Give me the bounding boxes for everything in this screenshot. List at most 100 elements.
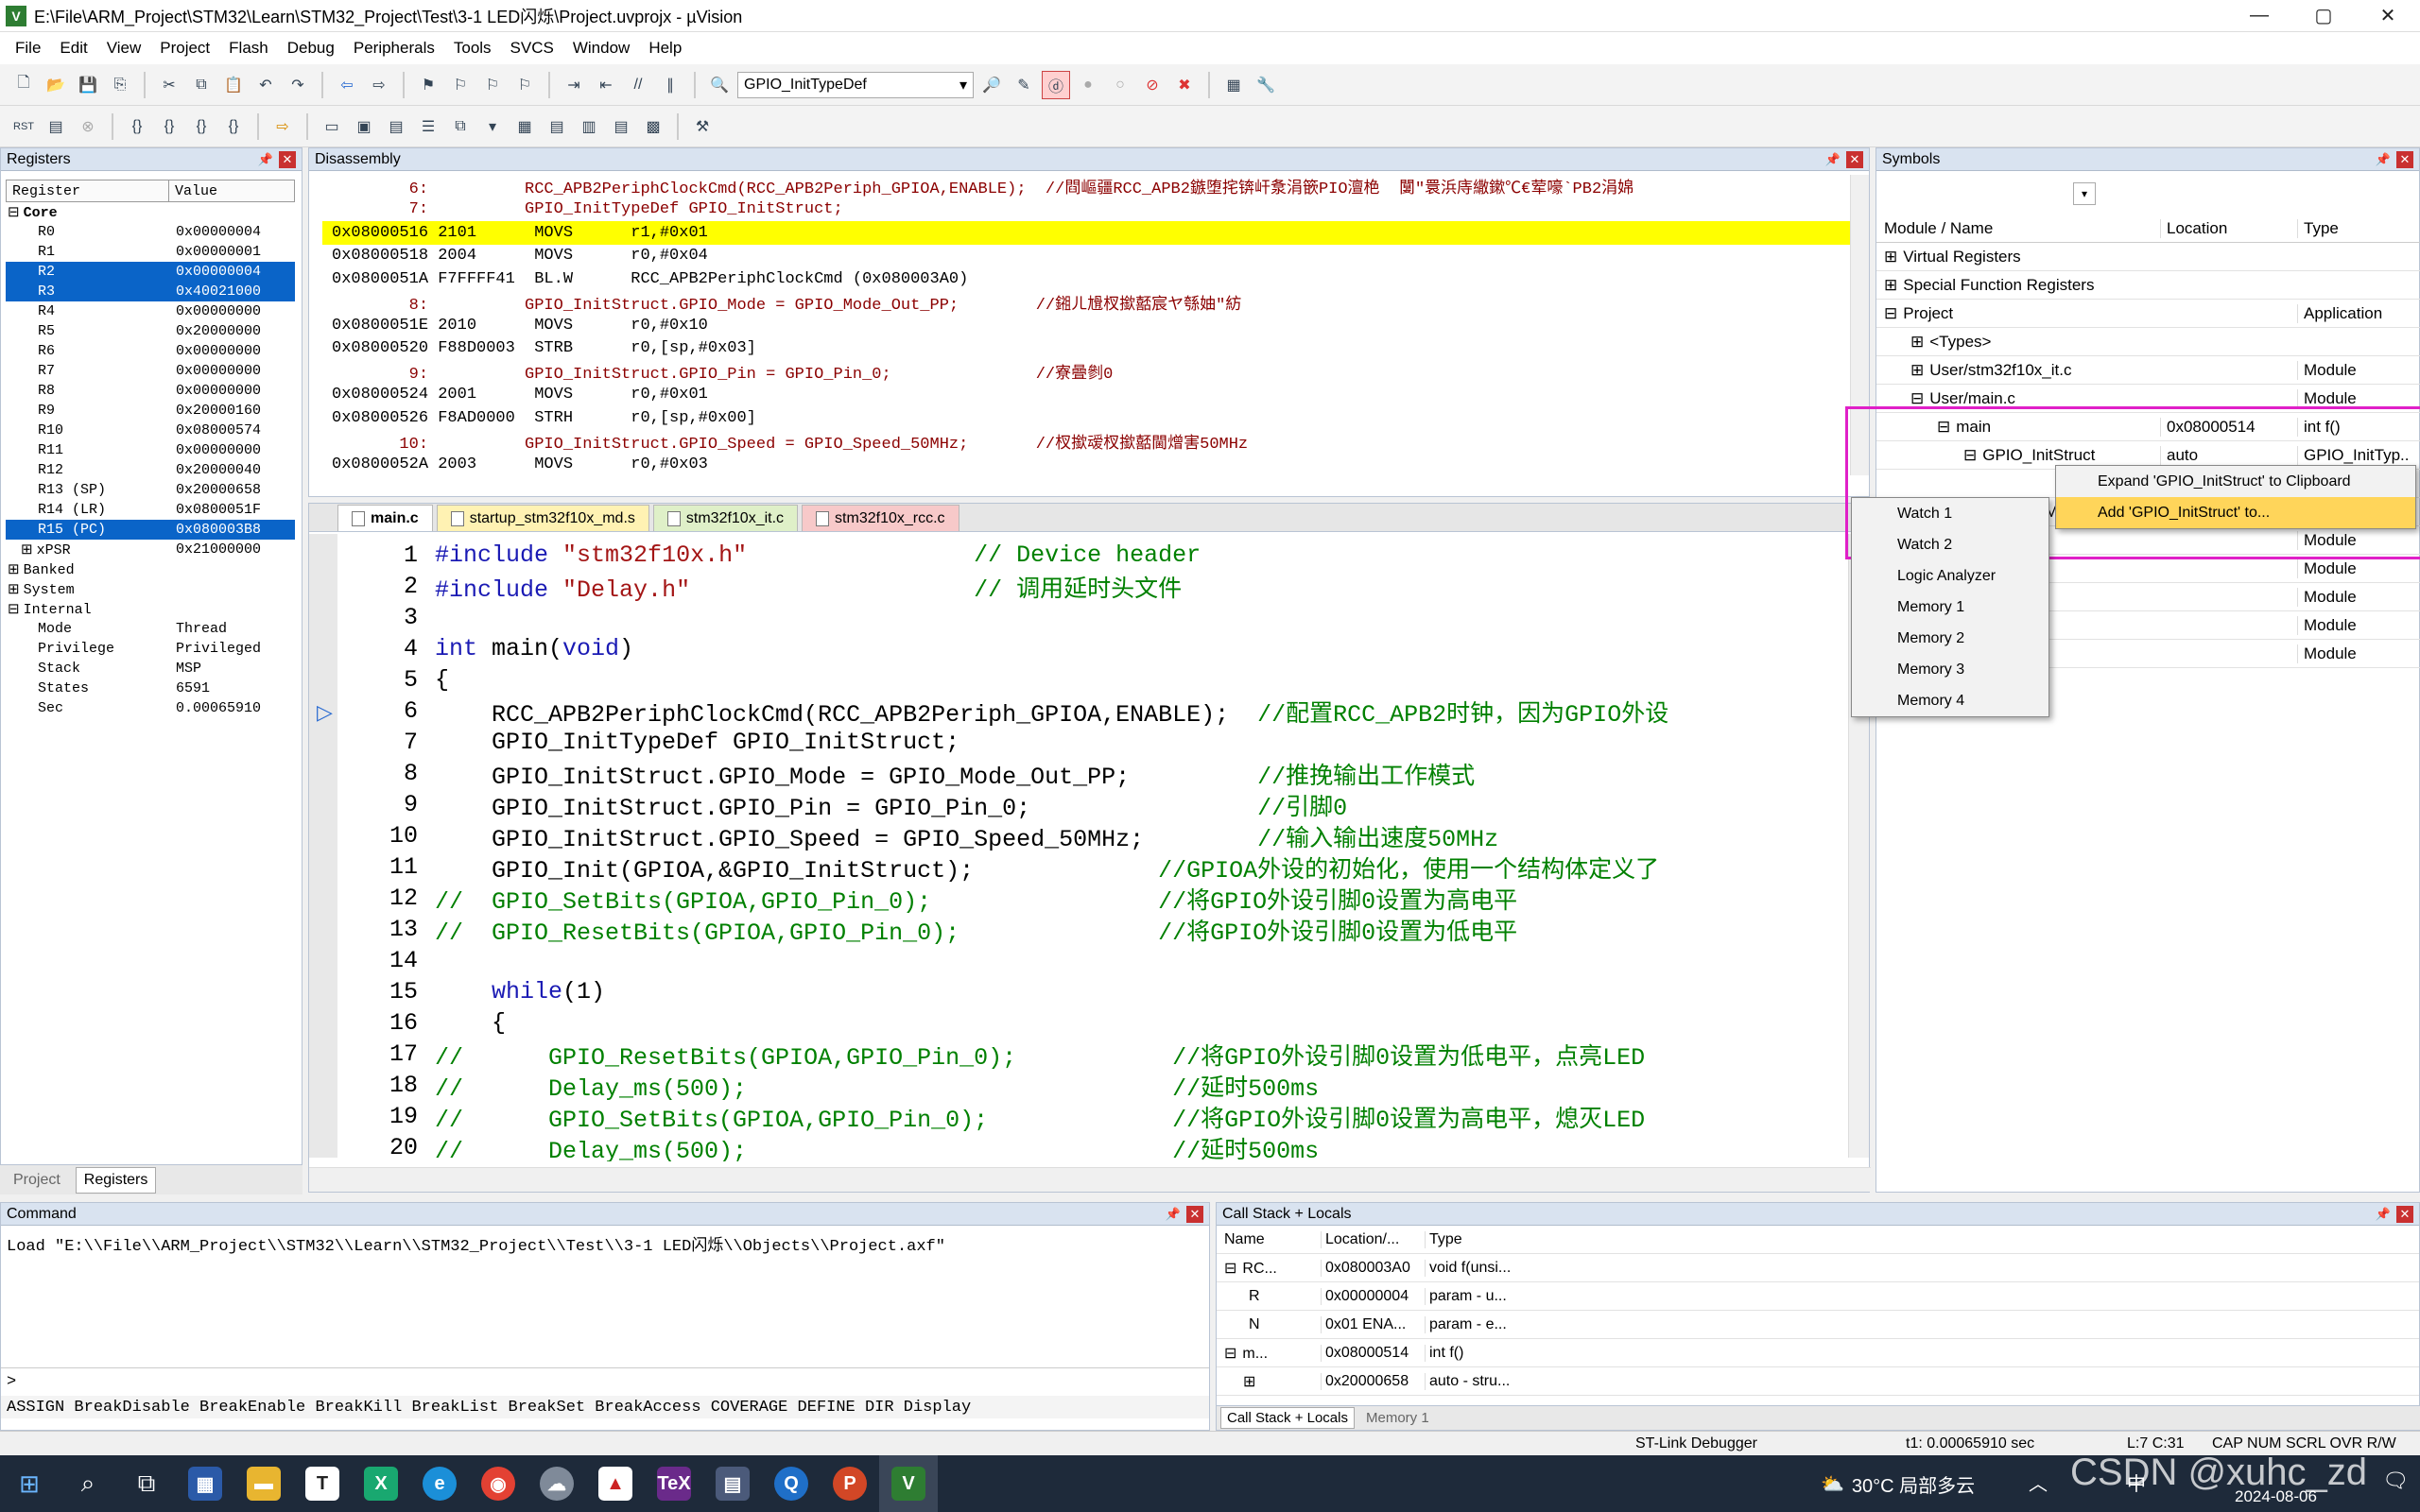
- undo-icon[interactable]: ↶: [251, 71, 280, 99]
- code-line[interactable]: 2 #include "Delay.h" // 调用延时头文件: [337, 571, 1841, 604]
- edge-icon[interactable]: e: [410, 1455, 469, 1512]
- tray-chevron-icon[interactable]: ︿: [2029, 1469, 2048, 1496]
- pin-icon[interactable]: 📌: [1825, 152, 1841, 167]
- memory-windows-icon[interactable]: ▦: [510, 112, 539, 141]
- collapse-icon[interactable]: ⊟: [1224, 1346, 1236, 1362]
- close-icon[interactable]: ✕: [1846, 150, 1863, 168]
- source-line[interactable]: 9: GPIO_InitStruct.GPIO_Pin = GPIO_Pin_0…: [332, 360, 1869, 384]
- tex-icon[interactable]: TeX: [645, 1455, 703, 1512]
- symbols-window-icon[interactable]: ▤: [382, 112, 410, 141]
- expand-to-clipboard-item[interactable]: Expand 'GPIO_InitStruct' to Clipboard: [2056, 466, 2415, 497]
- menu-svcs[interactable]: SVCS: [501, 39, 563, 58]
- system-viewer-icon[interactable]: ▩: [639, 112, 667, 141]
- copy-icon[interactable]: ⧉: [187, 71, 216, 99]
- register-row[interactable]: States 6591: [6, 679, 295, 698]
- asm-line[interactable]: 0x08000520 F88D0003 STRB r0,[sp,#0x03]: [332, 337, 1869, 361]
- asm-line[interactable]: 0x0800051E 2010 MOVS r0,#0x10: [332, 314, 1869, 337]
- menu-file[interactable]: File: [6, 39, 50, 58]
- source-line[interactable]: 10: GPIO_InitStruct.GPIO_Speed = GPIO_Sp…: [332, 430, 1869, 454]
- run-to-cursor-icon[interactable]: {}: [219, 112, 248, 141]
- expand-icon[interactable]: ⊞: [1884, 276, 1897, 294]
- typora-icon[interactable]: T: [293, 1455, 352, 1512]
- register-row[interactable]: Mode Thread: [6, 619, 295, 639]
- register-row[interactable]: R8 0x00000000: [6, 381, 295, 401]
- collapse-icon[interactable]: ⊟: [8, 205, 20, 221]
- weather-widget[interactable]: ⛅ 30°C 局部多云: [1821, 1470, 1975, 1498]
- task-view-icon[interactable]: ⧉: [117, 1455, 176, 1512]
- pin-icon[interactable]: 📌: [1166, 1207, 1181, 1222]
- pin-icon[interactable]: 📌: [2376, 1207, 2391, 1222]
- new-file-icon[interactable]: 🗋: [9, 71, 38, 99]
- source-line[interactable]: 7: GPIO_InitTypeDef GPIO_InitStruct;: [332, 198, 1869, 222]
- menu-help[interactable]: Help: [639, 39, 691, 58]
- step-into-icon[interactable]: {}: [123, 112, 151, 141]
- menu-view[interactable]: View: [97, 39, 151, 58]
- menu-peripherals[interactable]: Peripherals: [344, 39, 444, 58]
- debug-session-icon[interactable]: ⓓ: [1042, 70, 1070, 99]
- show-next-statement-icon[interactable]: ⇨: [268, 112, 297, 141]
- next-bookmark-icon[interactable]: ⚐: [478, 71, 507, 99]
- code-line[interactable]: 4 int main(void): [337, 633, 1841, 664]
- register-row[interactable]: ⊟ Core: [6, 202, 295, 222]
- find-combo[interactable]: GPIO_InitTypeDef ▾: [737, 71, 974, 98]
- add-to-item[interactable]: Add 'GPIO_InitStruct' to...: [2056, 497, 2415, 528]
- source-line[interactable]: 6: RCC_APB2PeriphClockCmd(RCC_APB2Periph…: [332, 175, 1869, 198]
- code-line[interactable]: 13 // GPIO_ResetBits(GPIOA,GPIO_Pin_0); /…: [337, 914, 1841, 947]
- configure-icon[interactable]: 🔧: [1252, 71, 1280, 99]
- submenu-item[interactable]: Watch 2: [1852, 529, 2048, 560]
- insert-breakpoint-icon[interactable]: ●: [1074, 71, 1102, 99]
- tab-registers[interactable]: Registers: [75, 1166, 157, 1194]
- nav-back-icon[interactable]: ⇦: [333, 71, 361, 99]
- uncomment-icon[interactable]: ∥: [656, 71, 684, 99]
- step-out-icon[interactable]: {}: [187, 112, 216, 141]
- collapse-icon[interactable]: ⊟: [1910, 389, 1924, 407]
- code-line[interactable]: 16 {: [337, 1007, 1841, 1039]
- find-in-files-icon[interactable]: 🔍: [705, 71, 734, 99]
- submenu-item[interactable]: Memory 3: [1852, 654, 2048, 685]
- toolbox-icon[interactable]: ⚒: [688, 112, 717, 141]
- asm-line[interactable]: 0x08000526 F8AD0000 STRH r0,[sp,#0x00]: [332, 406, 1869, 430]
- close-icon[interactable]: ✕: [279, 150, 296, 168]
- code-lines[interactable]: 1 #include "stm32f10x.h" // Device header…: [337, 540, 1841, 1161]
- register-row[interactable]: R13 (SP) 0x20000658: [6, 480, 295, 500]
- expand-icon[interactable]: ⊞: [1884, 248, 1897, 266]
- watch-windows-icon[interactable]: ▾: [478, 112, 507, 141]
- register-row[interactable]: Stack MSP: [6, 659, 295, 679]
- register-row[interactable]: R4 0x00000000: [6, 301, 295, 321]
- powerpoint-icon[interactable]: P: [821, 1455, 879, 1512]
- pin-icon[interactable]: 📌: [2376, 152, 2391, 167]
- chrome-icon[interactable]: ◉: [469, 1455, 527, 1512]
- symbol-row[interactable]: ⊞ User/stm32f10x_it.c Module: [1876, 356, 2420, 385]
- kill-all-breakpoints-icon[interactable]: ✖: [1170, 71, 1199, 99]
- submenu-item[interactable]: Watch 1: [1852, 498, 2048, 529]
- collapse-icon[interactable]: ⊟: [8, 602, 20, 618]
- asm-line[interactable]: 0x08000518 2004 MOVS r0,#0x04: [332, 245, 1869, 268]
- expand-icon[interactable]: ⊞: [1910, 361, 1924, 379]
- redo-icon[interactable]: ↷: [284, 71, 312, 99]
- paste-icon[interactable]: 📋: [219, 71, 248, 99]
- register-row[interactable]: ⊞ System: [6, 579, 295, 599]
- save-icon[interactable]: 💾: [74, 71, 102, 99]
- step-over-icon[interactable]: {}: [155, 112, 183, 141]
- code-line[interactable]: 19 // GPIO_SetBits(GPIOA,GPIO_Pin_0); //将…: [337, 1101, 1841, 1134]
- comment-icon[interactable]: //: [624, 71, 652, 99]
- collapse-icon[interactable]: ⊟: [1224, 1261, 1236, 1277]
- close-icon[interactable]: ✕: [2396, 1205, 2413, 1223]
- tab-project[interactable]: Project: [6, 1168, 68, 1193]
- tab-memory-1[interactable]: Memory 1: [1360, 1408, 1435, 1428]
- minimize-button[interactable]: —: [2227, 0, 2291, 32]
- xmind-icon[interactable]: X: [352, 1455, 410, 1512]
- analysis-windows-icon[interactable]: ▥: [575, 112, 603, 141]
- register-row[interactable]: R3 0x40021000: [6, 282, 295, 301]
- run-icon[interactable]: ▤: [42, 112, 70, 141]
- app-icon[interactable]: ☁: [527, 1455, 586, 1512]
- callstack-row[interactable]: R 0x00000004 param - u...: [1217, 1282, 2419, 1311]
- register-row[interactable]: Privilege Privileged: [6, 639, 295, 659]
- incremental-find-icon[interactable]: ✎: [1010, 71, 1038, 99]
- registers-window-icon[interactable]: ☰: [414, 112, 442, 141]
- close-icon[interactable]: ✕: [1186, 1205, 1203, 1223]
- code-line[interactable]: 6 RCC_APB2PeriphClockCmd(RCC_APB2Periph_…: [337, 696, 1841, 729]
- submenu-item[interactable]: Memory 1: [1852, 592, 2048, 623]
- register-row[interactable]: Sec 0.00065910: [6, 698, 295, 718]
- calculator-icon[interactable]: ▦: [176, 1455, 234, 1512]
